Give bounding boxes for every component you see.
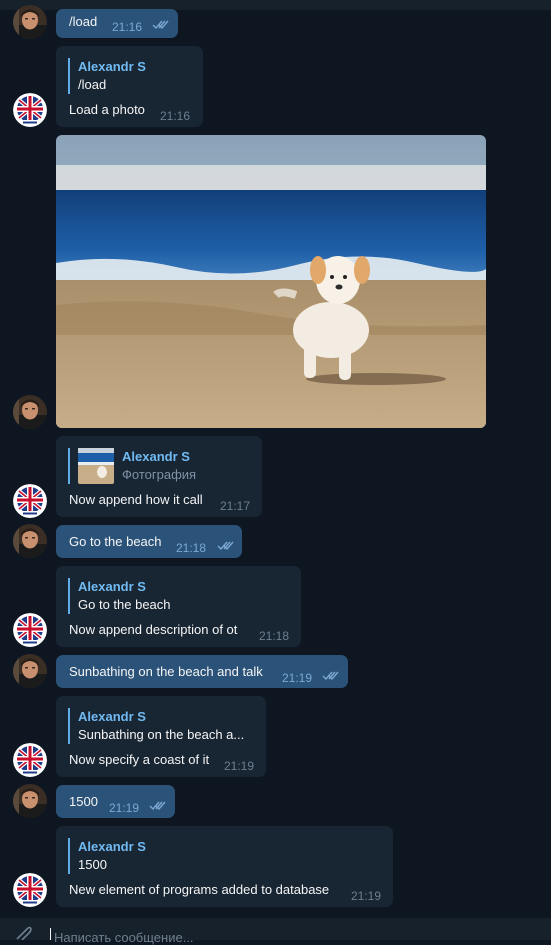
double-check-icon [217, 541, 235, 551]
reply-author: Alexandr S [78, 59, 146, 74]
incoming-message[interactable]: Alexandr S Фотография Now append how it … [56, 436, 262, 517]
beach-dog-photo [56, 135, 486, 428]
message-text: 1500 [69, 794, 98, 809]
outgoing-message[interactable]: 1500 21:19 [56, 785, 175, 818]
message-time: 21:19 [224, 759, 255, 773]
photo-message[interactable] [56, 135, 486, 428]
reply-photo-thumbnail [78, 448, 114, 484]
message-text: /load [69, 14, 98, 29]
message-text: Now specify a coast of it [69, 752, 210, 767]
message-time: 21:18 [259, 629, 290, 643]
bot-avatar[interactable] [13, 743, 47, 777]
incoming-message[interactable]: Alexandr S Go to the beach Now append de… [56, 566, 301, 647]
message-time: 21:16 [112, 20, 143, 34]
message-time: 21:16 [160, 109, 191, 123]
double-check-icon [149, 801, 167, 811]
reply-quote[interactable]: Alexandr S 1500 [68, 838, 146, 874]
reply-text: Sunbathing on the beach a... [78, 727, 245, 742]
user-avatar[interactable] [13, 5, 47, 39]
outgoing-message[interactable]: Sunbathing on the beach and talk 21:19 [56, 655, 348, 688]
reply-quote[interactable]: Alexandr S Go to the beach [68, 578, 171, 614]
message-text: Go to the beach [69, 534, 162, 549]
bot-avatar[interactable] [13, 93, 47, 127]
bot-avatar[interactable] [13, 873, 47, 907]
bot-avatar[interactable] [13, 484, 47, 518]
incoming-message[interactable]: Alexandr S Sunbathing on the beach a... … [56, 696, 266, 777]
reply-quote[interactable]: Alexandr S Sunbathing on the beach a... [68, 708, 244, 744]
user-avatar[interactable] [13, 524, 47, 558]
message-time: 21:18 [176, 541, 207, 555]
message-text: Sunbathing on the beach and talk [69, 664, 263, 679]
user-avatar[interactable] [13, 395, 47, 429]
reply-author: Alexandr S [78, 839, 146, 854]
reply-author: Alexandr S [122, 449, 190, 464]
text-caret [50, 928, 51, 940]
message-text: Load a photo [69, 102, 145, 117]
reply-text: Фотография [122, 467, 197, 482]
reply-author: Alexandr S [78, 579, 146, 594]
outgoing-message[interactable]: Go to the beach 21:18 [56, 525, 242, 558]
double-check-icon [322, 671, 340, 681]
paperclip-icon[interactable] [14, 926, 32, 940]
message-time: 21:19 [109, 801, 140, 815]
reply-text: Go to the beach [78, 597, 171, 612]
incoming-message[interactable]: Alexandr S /load Load a photo 21:16 [56, 46, 203, 127]
outgoing-message[interactable]: /load 21:16 [56, 9, 178, 38]
incoming-message[interactable]: Alexandr S 1500 New element of programs … [56, 826, 393, 907]
message-time: 21:19 [351, 889, 382, 903]
reply-text: 1500 [78, 857, 107, 872]
reply-quote[interactable]: Alexandr S /load [68, 58, 146, 94]
user-avatar[interactable] [13, 654, 47, 688]
bot-avatar[interactable] [13, 613, 47, 647]
message-text: Now append description of ot [69, 622, 238, 637]
message-composer[interactable]: Написать сообщение... [0, 918, 551, 945]
message-time: 21:17 [220, 499, 251, 513]
message-text: New element of programs added to databas… [69, 882, 330, 897]
user-avatar[interactable] [13, 784, 47, 818]
reply-quote[interactable]: Alexandr S Фотография [68, 448, 196, 484]
message-text: Now append how it call [69, 492, 203, 507]
reply-text: /load [78, 77, 107, 92]
double-check-icon [152, 20, 170, 30]
message-time: 21:19 [282, 671, 313, 685]
message-input[interactable]: Написать сообщение... [54, 930, 194, 945]
reply-author: Alexandr S [78, 709, 146, 724]
